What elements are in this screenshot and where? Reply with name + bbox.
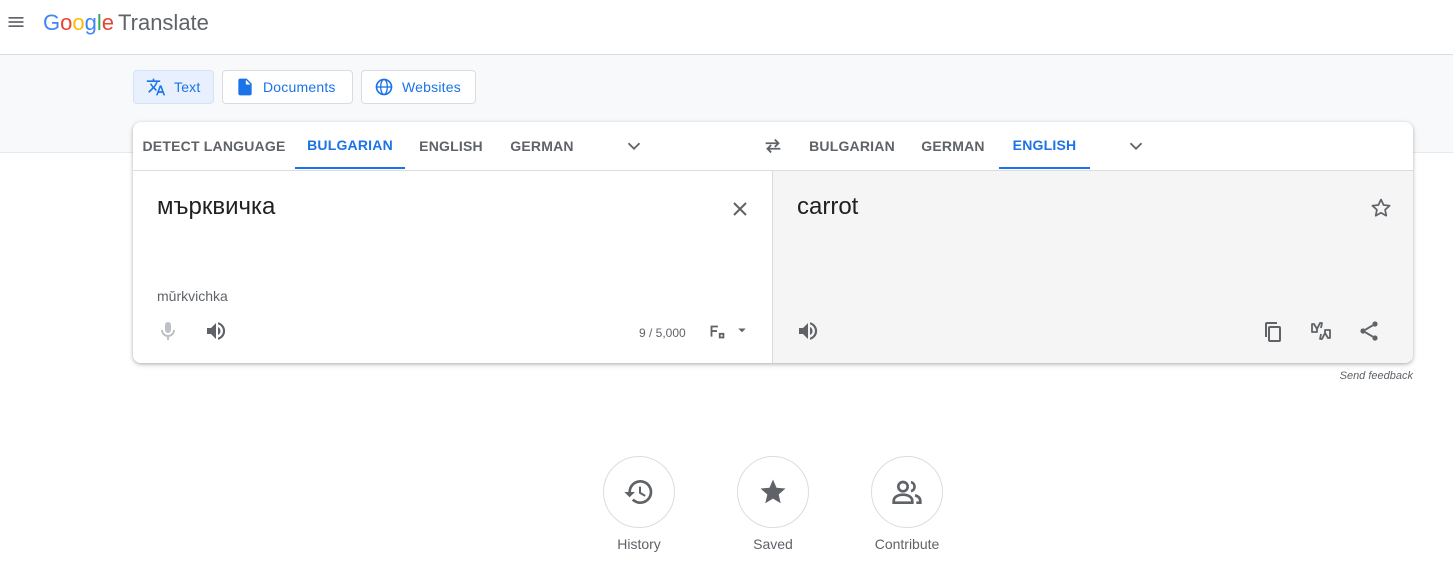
character-count: 9 / 5,000 — [639, 326, 686, 340]
text-mode-label: Text — [174, 79, 201, 95]
microphone-icon[interactable] — [156, 319, 180, 343]
hamburger-menu-icon[interactable] — [6, 12, 26, 32]
listen-source-speaker-icon[interactable] — [204, 319, 228, 343]
history-icon — [624, 480, 653, 504]
send-feedback-link[interactable]: Send feedback — [1340, 370, 1413, 382]
language-selector-row: DETECT LANGUAGE BULGARIAN ENGLISH GERMAN… — [133, 122, 1413, 171]
source-language-more-chevron-down-icon[interactable] — [623, 135, 645, 157]
websites-mode-label: Websites — [402, 79, 461, 95]
logo-letter: o — [60, 10, 73, 35]
star-icon — [760, 479, 786, 504]
rate-translation-icon[interactable] — [1309, 319, 1333, 343]
translation-card: DETECT LANGUAGE BULGARIAN ENGLISH GERMAN… — [133, 122, 1413, 363]
input-tools-dropdown-icon[interactable] — [733, 321, 751, 339]
documents-mode-button[interactable]: Documents — [222, 70, 353, 104]
websites-mode-button[interactable]: Websites — [361, 70, 476, 104]
source-tab-english[interactable]: ENGLISH — [405, 122, 497, 169]
source-tab-bulgarian[interactable]: BULGARIAN — [295, 122, 405, 169]
share-translation-icon[interactable] — [1357, 319, 1381, 343]
translated-text: carrot — [797, 193, 859, 220]
saved-label: Saved — [753, 536, 793, 552]
source-text-input[interactable]: мърквичка — [157, 193, 275, 221]
product-name: Translate — [118, 10, 209, 35]
source-tab-german[interactable]: GERMAN — [497, 122, 587, 169]
contribute-label: Contribute — [874, 536, 940, 552]
target-language-more-chevron-down-icon[interactable] — [1125, 135, 1147, 157]
logo-letter: o — [72, 10, 85, 35]
saved-button[interactable] — [737, 456, 809, 528]
documents-mode-label: Documents — [263, 79, 336, 95]
top-bar: Google Translate — [0, 0, 1453, 55]
copy-translation-icon[interactable] — [1261, 320, 1285, 344]
document-icon — [238, 78, 252, 96]
text-mode-button[interactable]: Text — [133, 70, 214, 104]
history-label: History — [617, 536, 661, 552]
target-tab-english[interactable]: ENGLISH — [999, 122, 1090, 169]
keyboard-input-tools-icon[interactable] — [706, 321, 728, 343]
source-transliteration: mŭrkvichka — [157, 288, 228, 304]
logo-letter: g — [84, 10, 97, 35]
logo-letter: e — [101, 10, 115, 35]
clear-source-close-icon[interactable] — [728, 197, 752, 221]
source-pane: мърквичка mŭrkvichka 9 / 5,000 — [133, 171, 773, 363]
target-tab-bulgarian[interactable]: BULGARIAN — [797, 122, 907, 169]
logo-letter: G — [43, 10, 61, 35]
google-translate-logo[interactable]: Google Translate — [43, 9, 209, 37]
swap-languages-icon[interactable] — [762, 135, 784, 157]
globe-icon — [375, 78, 393, 96]
people-icon — [892, 480, 922, 504]
contribute-button[interactable] — [871, 456, 943, 528]
translate-icon — [146, 78, 166, 96]
target-tab-german[interactable]: GERMAN — [907, 122, 999, 169]
save-translation-star-icon[interactable] — [1369, 196, 1393, 220]
history-button[interactable] — [603, 456, 675, 528]
listen-translation-speaker-icon[interactable] — [796, 319, 820, 343]
target-pane: carrot — [773, 171, 1413, 363]
source-tab-detect-language[interactable]: DETECT LANGUAGE — [133, 122, 295, 169]
